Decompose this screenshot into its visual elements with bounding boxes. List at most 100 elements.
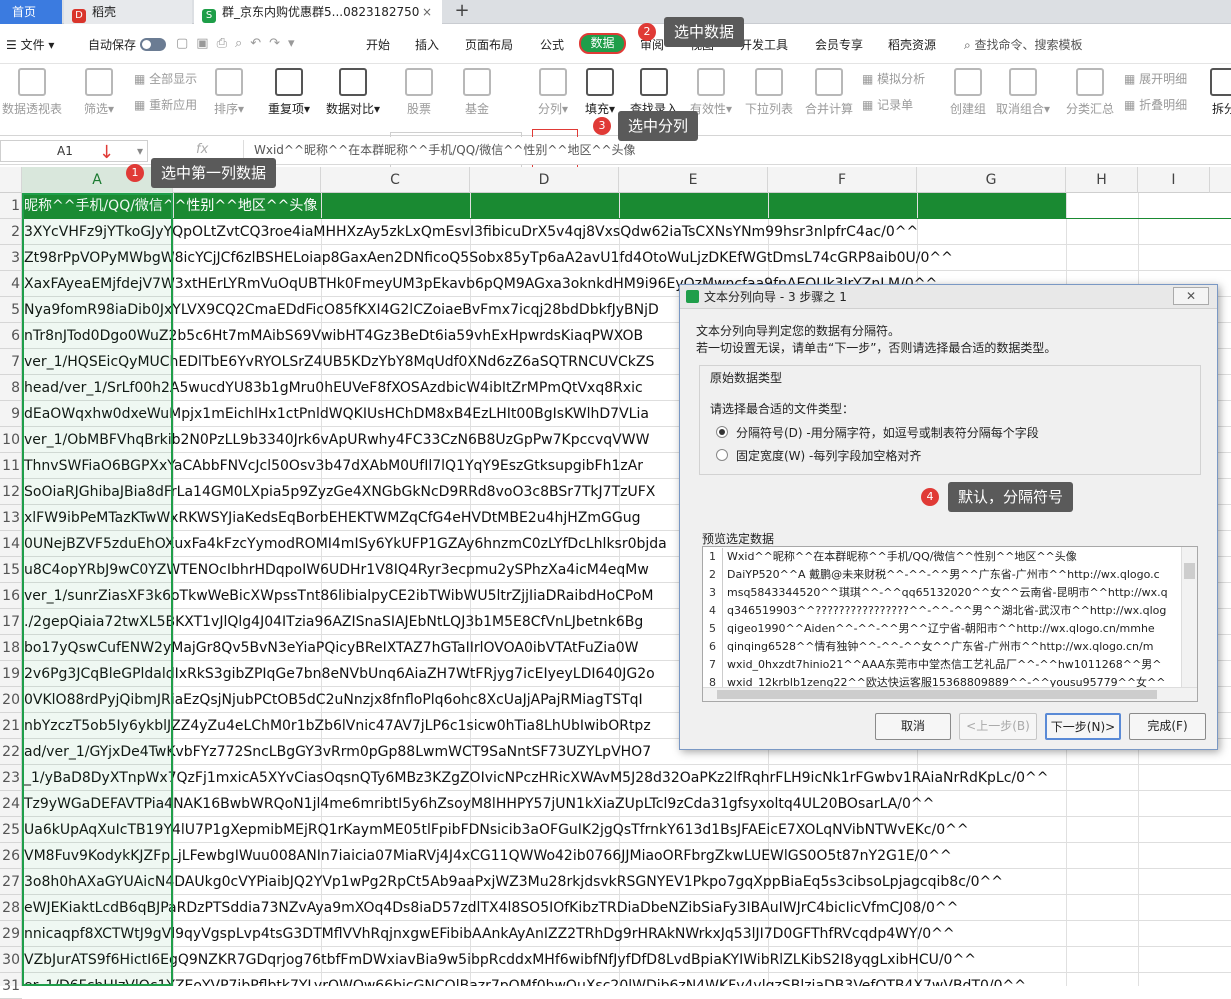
autosave-toggle[interactable]: 自动保存: [88, 36, 167, 53]
row-header[interactable]: 11: [0, 453, 22, 479]
consolidate-button[interactable]: 合并计算: [805, 68, 853, 117]
dropdown-list-button[interactable]: 下拉列表: [745, 68, 793, 117]
row-header[interactable]: 6: [0, 323, 22, 349]
row-header[interactable]: 21: [0, 713, 22, 739]
menu-data[interactable]: 数据: [579, 33, 626, 54]
pivot-table-button[interactable]: 数据透视表: [2, 68, 62, 117]
column-header-f[interactable]: F: [768, 167, 917, 193]
delimited-option-label[interactable]: 分隔符号(D) -用分隔字符，如逗号或制表符分隔每个字段: [736, 424, 1039, 441]
group-button[interactable]: 创建组: [950, 68, 986, 117]
collapse-detail-button[interactable]: ▦ 折叠明细: [1124, 96, 1187, 113]
row-header[interactable]: 27: [0, 869, 22, 895]
table-row[interactable]: VM8Fuv9KodykKJZFpLjLFewbgIWuu008ANIn7iai…: [22, 843, 1231, 869]
table-row[interactable]: _1/yBaD8DyXTnpWx7QzFj1mxicA5XYvCiasOqsnQ…: [22, 765, 1231, 791]
subtotal-button[interactable]: 分类汇总: [1066, 68, 1114, 117]
close-tab-icon[interactable]: ×: [422, 0, 432, 24]
row-header[interactable]: 9: [0, 401, 22, 427]
menu-formulas[interactable]: 公式: [540, 36, 564, 53]
row-header[interactable]: 3: [0, 245, 22, 271]
column-header-c[interactable]: C: [321, 167, 470, 193]
stock-button[interactable]: 股票: [405, 68, 433, 117]
lookup-entry-button[interactable]: 查找录入: [630, 68, 678, 117]
duplicates-button[interactable]: 重复项▾: [268, 68, 310, 117]
row-header[interactable]: 25: [0, 817, 22, 843]
split-sheet-button[interactable]: 拆分: [1210, 68, 1231, 117]
row-header[interactable]: 4: [0, 271, 22, 297]
column-header-d[interactable]: D: [470, 167, 619, 193]
menu-developer[interactable]: 开发工具: [740, 36, 788, 53]
menu-docer-resources[interactable]: 稻壳资源: [888, 36, 936, 53]
row-header[interactable]: 23: [0, 765, 22, 791]
menu-home[interactable]: 开始: [366, 36, 390, 53]
row-header[interactable]: 13: [0, 505, 22, 531]
row-header[interactable]: 14: [0, 531, 22, 557]
row-header[interactable]: 5: [0, 297, 22, 323]
fill-button[interactable]: 填充▾: [585, 68, 615, 117]
row-header[interactable]: 24: [0, 791, 22, 817]
table-row[interactable]: 昵称^^手机/QQ/微信^^性别^^地区^^头像: [22, 193, 1231, 219]
file-menu[interactable]: ☰ 文件 ▾: [6, 36, 54, 53]
row-header[interactable]: 29: [0, 921, 22, 947]
ungroup-button[interactable]: 取消组合▾: [996, 68, 1050, 117]
row-header[interactable]: 30: [0, 947, 22, 973]
reapply-button[interactable]: ▦ 重新应用: [134, 96, 197, 113]
command-search[interactable]: ⌕ 查找命令、搜索模板: [964, 36, 1083, 53]
row-header[interactable]: 16: [0, 583, 22, 609]
function-icon[interactable]: fx: [196, 142, 208, 157]
tab-docer[interactable]: D 稻壳: [64, 0, 192, 24]
table-row[interactable]: Zt98rPpVOPyMWbgW8icYCjJCf6zlBSHELoiap8Ga…: [22, 245, 1231, 271]
finish-button[interactable]: 完成(F): [1129, 713, 1206, 740]
data-compare-button[interactable]: 数据对比▾: [326, 68, 380, 117]
menu-insert[interactable]: 插入: [415, 36, 439, 53]
toggle-switch-icon[interactable]: [140, 38, 167, 51]
preview-horizontal-scrollbar[interactable]: [703, 687, 1197, 701]
row-header[interactable]: 17: [0, 609, 22, 635]
select-all-corner[interactable]: [0, 167, 22, 193]
sort-button[interactable]: 排序▾: [214, 68, 244, 117]
next-button[interactable]: 下一步(N)>: [1045, 713, 1121, 740]
scroll-thumb[interactable]: [717, 690, 1157, 699]
column-header-i[interactable]: I: [1138, 167, 1210, 193]
what-if-button[interactable]: ▦ 模拟分析: [862, 70, 925, 87]
scroll-thumb[interactable]: [1184, 563, 1195, 579]
table-row[interactable]: nnicaqpf8XCTWtJ9gVl9qyVgspLvp4tsG3DTMflV…: [22, 921, 1231, 947]
table-row[interactable]: 3XYcVHFz9jYTkoGJyYQpOLtZvtCQ3roe4iaMHHXz…: [22, 219, 1231, 245]
row-header[interactable]: 19: [0, 661, 22, 687]
quick-access-icons[interactable]: ▢▣⎙⌕↶↷▾: [176, 36, 303, 51]
row-header[interactable]: 15: [0, 557, 22, 583]
table-row[interactable]: 3o8h0hAXaGYUAicN4DAUkg0cVYPiaibJQ2YVp1wP…: [22, 869, 1231, 895]
fixed-width-option-label[interactable]: 固定宽度(W) -每列字段加空格对齐: [736, 447, 921, 464]
row-header[interactable]: 12: [0, 479, 22, 505]
chevron-down-icon[interactable]: ▾: [137, 141, 143, 161]
record-sheet-button[interactable]: ▦ 记录单: [862, 96, 913, 113]
column-header-h[interactable]: H: [1066, 167, 1138, 193]
new-tab-button[interactable]: +: [452, 0, 472, 24]
tab-spreadsheet[interactable]: S 群_京东内购优惠群5...0823182750 ×: [194, 0, 442, 24]
tab-home[interactable]: 首页: [0, 0, 62, 24]
row-header[interactable]: 10: [0, 427, 22, 453]
previous-button[interactable]: <上一步(B): [959, 713, 1037, 740]
row-header[interactable]: 1: [0, 193, 22, 219]
row-header[interactable]: 28: [0, 895, 22, 921]
dialog-title-bar[interactable]: 文本分列向导 - 3 步骤之 1 ✕: [680, 285, 1217, 309]
fixed-width-radio[interactable]: [716, 449, 728, 461]
row-header[interactable]: 18: [0, 635, 22, 661]
dialog-close-button[interactable]: ✕: [1173, 287, 1209, 305]
delimited-radio[interactable]: [716, 426, 728, 438]
cancel-button[interactable]: 取消: [875, 713, 951, 740]
validation-button[interactable]: 有效性▾: [690, 68, 732, 117]
formula-input[interactable]: Wxid^^昵称^^在本群昵称^^手机/QQ/微信^^性别^^地区^^头像: [243, 140, 1231, 162]
row-header[interactable]: 31: [0, 973, 22, 999]
row-header[interactable]: 26: [0, 843, 22, 869]
row-header[interactable]: 22: [0, 739, 22, 765]
expand-detail-button[interactable]: ▦ 展开明细: [1124, 70, 1187, 87]
preview-pane[interactable]: 8 wxid_12krblb1zeng22^^欧达快运客服15368809889^…: [702, 546, 1198, 702]
table-row[interactable]: er_1/D6FchHJzVlOc1YZEoYVP7ibPflbtk7YLyrQ…: [22, 973, 1231, 986]
row-header[interactable]: 20: [0, 687, 22, 713]
show-all-button[interactable]: ▦ 全部显示: [134, 70, 197, 87]
table-row[interactable]: VZbJurATS9f6HictI6EgQ9NZKR7GDqrjog76tbfF…: [22, 947, 1231, 973]
table-row[interactable]: eWJEKiaktLcdB6qBJPaRDzPTSddia73NZvAya9mX…: [22, 895, 1231, 921]
preview-vertical-scrollbar[interactable]: [1181, 547, 1197, 687]
column-header-e[interactable]: E: [619, 167, 768, 193]
menu-member[interactable]: 会员专享: [815, 36, 863, 53]
